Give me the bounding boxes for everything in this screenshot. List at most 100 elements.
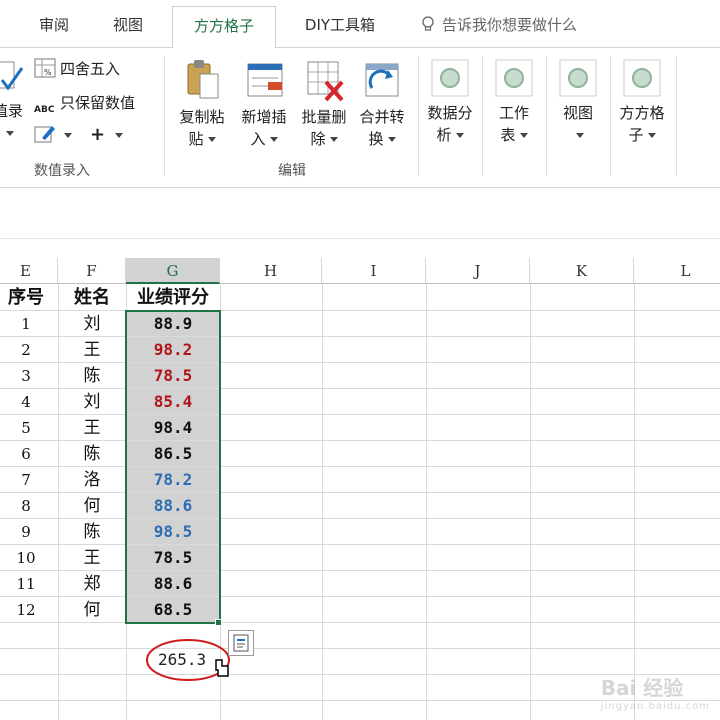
abc-icon: ABC — [34, 105, 55, 115]
quick-analysis-icon — [233, 634, 249, 652]
fill-handle[interactable] — [215, 619, 222, 626]
cell-name[interactable]: 洛 — [58, 467, 126, 493]
svg-text:%: % — [44, 68, 52, 77]
merge-convert-icon — [365, 63, 399, 97]
header-seq[interactable]: 序号 — [0, 285, 58, 311]
ribbon-separator — [610, 56, 611, 176]
selection-border — [125, 310, 221, 624]
placeholder-circle-icon — [495, 59, 533, 97]
placeholder-circle-icon — [623, 59, 661, 97]
cell-seq[interactable]: 11 — [0, 571, 58, 597]
ribbon-separator — [418, 56, 419, 176]
grid-line — [530, 284, 531, 720]
cell-seq[interactable]: 12 — [0, 597, 58, 623]
column-header-e[interactable]: E — [0, 258, 58, 284]
cell-seq[interactable]: 7 — [0, 467, 58, 493]
tab-diy-toolbox[interactable]: DIY工具箱 — [288, 0, 392, 48]
chevron-down-icon — [329, 137, 338, 142]
divider — [0, 238, 720, 239]
cell-seq[interactable]: 6 — [0, 441, 58, 467]
baidu-watermark: Bai 经验 jingyan.baidu.com — [600, 676, 710, 712]
column-header-f[interactable]: F — [58, 258, 126, 284]
tab-fangfanggezi[interactable]: 方方格子 — [172, 6, 276, 49]
chevron-down-icon — [115, 133, 124, 138]
worksheet-grid[interactable]: E F G H I J K L 序号 姓名 业绩评分 1 刘 88.9 2 王 98.2 3… — [0, 258, 720, 720]
tell-me-text: 告诉我你想要做什么 — [442, 16, 578, 34]
chevron-down-icon — [269, 137, 278, 142]
ribbon-separator — [676, 56, 677, 176]
lightbulb-icon — [422, 16, 434, 31]
merge-convert-button[interactable]: 合并转 换 — [352, 58, 412, 150]
round-button[interactable]: % 四舍五入 — [34, 58, 120, 80]
chevron-down-icon — [64, 133, 72, 138]
chevron-down-icon — [207, 137, 216, 142]
group-label-value-entry: 数值录入 — [34, 163, 90, 179]
chevron-down-icon — [387, 137, 396, 142]
cell-name[interactable]: 王 — [58, 545, 126, 571]
group-label-edit: 编辑 — [278, 163, 306, 179]
cell-name[interactable]: 陈 — [58, 441, 126, 467]
column-header-l[interactable]: L — [634, 258, 720, 284]
grid-line — [634, 284, 635, 720]
insert-rows-icon — [247, 63, 283, 97]
worksheet-button[interactable]: 工作 表 — [486, 58, 542, 146]
tab-view[interactable]: 视图 — [96, 0, 160, 48]
chevron-down-icon — [6, 131, 14, 136]
cell-seq[interactable]: 9 — [0, 519, 58, 545]
edit-format-button[interactable] — [34, 124, 72, 146]
tab-review[interactable]: 审阅 — [22, 0, 86, 48]
insert-new-button[interactable]: 新增插 入 — [234, 58, 294, 150]
ribbon-separator — [482, 56, 483, 176]
cell-seq[interactable]: 1 — [0, 311, 58, 337]
chevron-down-icon — [455, 133, 464, 138]
column-header-j[interactable]: J — [426, 258, 530, 284]
checkmark-doc-icon — [0, 61, 24, 91]
placeholder-circle-icon — [431, 59, 469, 97]
cell-seq[interactable]: 5 — [0, 415, 58, 441]
column-header-i[interactable]: I — [322, 258, 426, 284]
cell-name[interactable]: 何 — [58, 597, 126, 623]
cell-name[interactable]: 陈 — [58, 519, 126, 545]
header-score[interactable]: 业绩评分 — [126, 285, 220, 311]
cell-name[interactable]: 陈 — [58, 363, 126, 389]
placeholder-circle-icon — [559, 59, 597, 97]
percent-grid-icon: % — [34, 58, 56, 78]
chevron-down-icon — [576, 133, 584, 138]
tell-me-box[interactable]: 告诉我你想要做什么 — [420, 0, 577, 48]
delete-grid-icon — [307, 61, 344, 102]
chevron-down-icon — [519, 133, 528, 138]
ribbon-separator — [546, 56, 547, 176]
cell-name[interactable]: 王 — [58, 337, 126, 363]
ribbon-separator — [164, 56, 165, 176]
ribbon-tab-bar: 审阅 视图 方方格子 DIY工具箱 告诉我你想要做什么 — [0, 0, 720, 49]
clipboard-icon — [187, 60, 219, 99]
plus-button[interactable]: + — [90, 124, 124, 146]
cell-name[interactable]: 刘 — [58, 389, 126, 415]
grid-line — [426, 284, 427, 720]
pencil-box-icon — [34, 126, 55, 143]
cell-name[interactable]: 何 — [58, 493, 126, 519]
data-analysis-button[interactable]: 数据分 析 — [422, 58, 478, 146]
chevron-down-icon — [647, 133, 656, 138]
quick-analysis-button[interactable] — [228, 630, 254, 656]
copy-paste-button[interactable]: 复制粘 贴 — [172, 58, 232, 150]
cell-seq[interactable]: 2 — [0, 337, 58, 363]
value-entry-button[interactable]: 值录 — [0, 60, 30, 144]
cell-name[interactable]: 郑 — [58, 571, 126, 597]
view-button[interactable]: 视图 — [550, 58, 606, 146]
cell-seq[interactable]: 3 — [0, 363, 58, 389]
header-name[interactable]: 姓名 — [58, 285, 126, 311]
grid-line — [322, 284, 323, 720]
column-header-g[interactable]: G — [126, 258, 220, 284]
keep-values-button[interactable]: ABC 只保留数值 — [34, 92, 135, 121]
cell-seq[interactable]: 4 — [0, 389, 58, 415]
sum-result-cell[interactable]: 265.3 — [158, 650, 206, 669]
fangfanggezi-button[interactable]: 方方格 子 — [612, 58, 672, 146]
cell-name[interactable]: 王 — [58, 415, 126, 441]
cell-seq[interactable]: 8 — [0, 493, 58, 519]
column-header-h[interactable]: H — [220, 258, 322, 284]
column-header-k[interactable]: K — [530, 258, 634, 284]
cell-seq[interactable]: 10 — [0, 545, 58, 571]
batch-delete-button[interactable]: 批量删 除 — [294, 58, 354, 150]
cell-name[interactable]: 刘 — [58, 311, 126, 337]
